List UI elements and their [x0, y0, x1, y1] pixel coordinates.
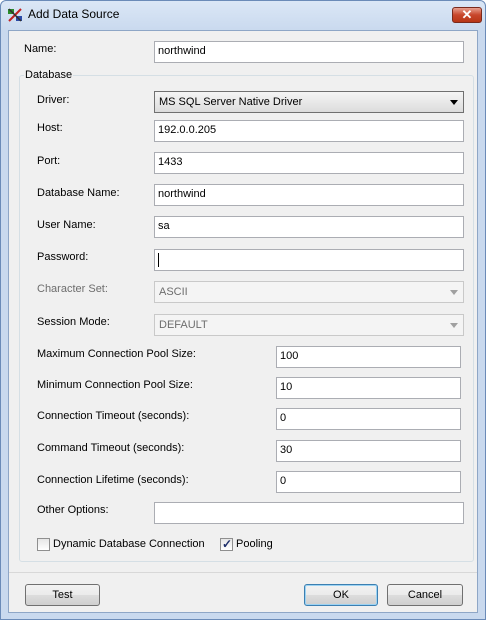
conn-lifetime-label: Connection Lifetime (seconds):: [37, 474, 189, 486]
test-button[interactable]: Test: [25, 584, 100, 606]
pooling-checkbox[interactable]: ✓: [220, 537, 233, 551]
dialog-body: Name: northwind Database Driver: MS SQL …: [8, 30, 478, 613]
max-pool-input[interactable]: 100: [276, 346, 461, 368]
port-label: Port:: [37, 155, 61, 167]
other-options-input[interactable]: [154, 502, 464, 524]
password-input[interactable]: [154, 249, 464, 271]
dynamic-connection-label: Dynamic Database Connection: [53, 538, 205, 550]
chevron-down-icon: [450, 100, 458, 105]
host-input[interactable]: 192.0.0.205: [154, 120, 464, 142]
session-mode-label: Session Mode:: [37, 316, 110, 328]
title-bar: Add Data Source ✕: [1, 1, 485, 29]
footer-separator: [9, 572, 477, 573]
cancel-button[interactable]: Cancel: [387, 584, 463, 606]
database-group-label: Database: [24, 69, 74, 81]
character-set-label: Character Set:: [37, 283, 108, 295]
name-label: Name:: [24, 43, 57, 55]
chevron-down-icon: [450, 323, 458, 328]
driver-select[interactable]: MS SQL Server Native Driver: [154, 91, 464, 113]
port-input[interactable]: 1433: [154, 152, 464, 174]
driver-label: Driver:: [37, 94, 70, 106]
database-name-label: Database Name:: [37, 187, 120, 199]
data-source-icon: [8, 8, 22, 22]
close-button[interactable]: ✕: [452, 7, 482, 23]
cmd-timeout-label: Command Timeout (seconds):: [37, 442, 185, 454]
text-caret: [158, 253, 159, 267]
user-name-label: User Name:: [37, 219, 96, 231]
conn-lifetime-input[interactable]: 0: [276, 471, 461, 493]
host-label: Host:: [37, 122, 63, 134]
user-name-input[interactable]: sa: [154, 216, 464, 238]
database-name-input[interactable]: northwind: [154, 184, 464, 206]
add-data-source-dialog: Add Data Source ✕ Name: northwind Databa…: [0, 0, 486, 620]
close-icon: ✕: [461, 7, 473, 22]
other-options-label: Other Options:: [37, 504, 109, 516]
character-set-value: ASCII: [159, 286, 188, 298]
character-set-select[interactable]: ASCII: [154, 281, 464, 303]
min-pool-label: Minimum Connection Pool Size:: [37, 379, 193, 391]
name-input[interactable]: northwind: [154, 41, 464, 63]
chevron-down-icon: [450, 290, 458, 295]
dynamic-connection-checkbox[interactable]: [37, 538, 50, 551]
driver-value: MS SQL Server Native Driver: [159, 96, 303, 108]
ok-button[interactable]: OK: [304, 584, 378, 606]
conn-timeout-input[interactable]: 0: [276, 408, 461, 430]
window-title: Add Data Source: [28, 7, 120, 21]
session-mode-select[interactable]: DEFAULT: [154, 314, 464, 336]
max-pool-label: Maximum Connection Pool Size:: [37, 348, 196, 360]
pooling-label: Pooling: [236, 538, 273, 550]
conn-timeout-label: Connection Timeout (seconds):: [37, 410, 190, 422]
session-mode-value: DEFAULT: [159, 319, 208, 331]
cmd-timeout-input[interactable]: 30: [276, 440, 461, 462]
min-pool-input[interactable]: 10: [276, 377, 461, 399]
checkmark-icon: ✓: [222, 537, 233, 551]
password-label: Password:: [37, 251, 89, 263]
